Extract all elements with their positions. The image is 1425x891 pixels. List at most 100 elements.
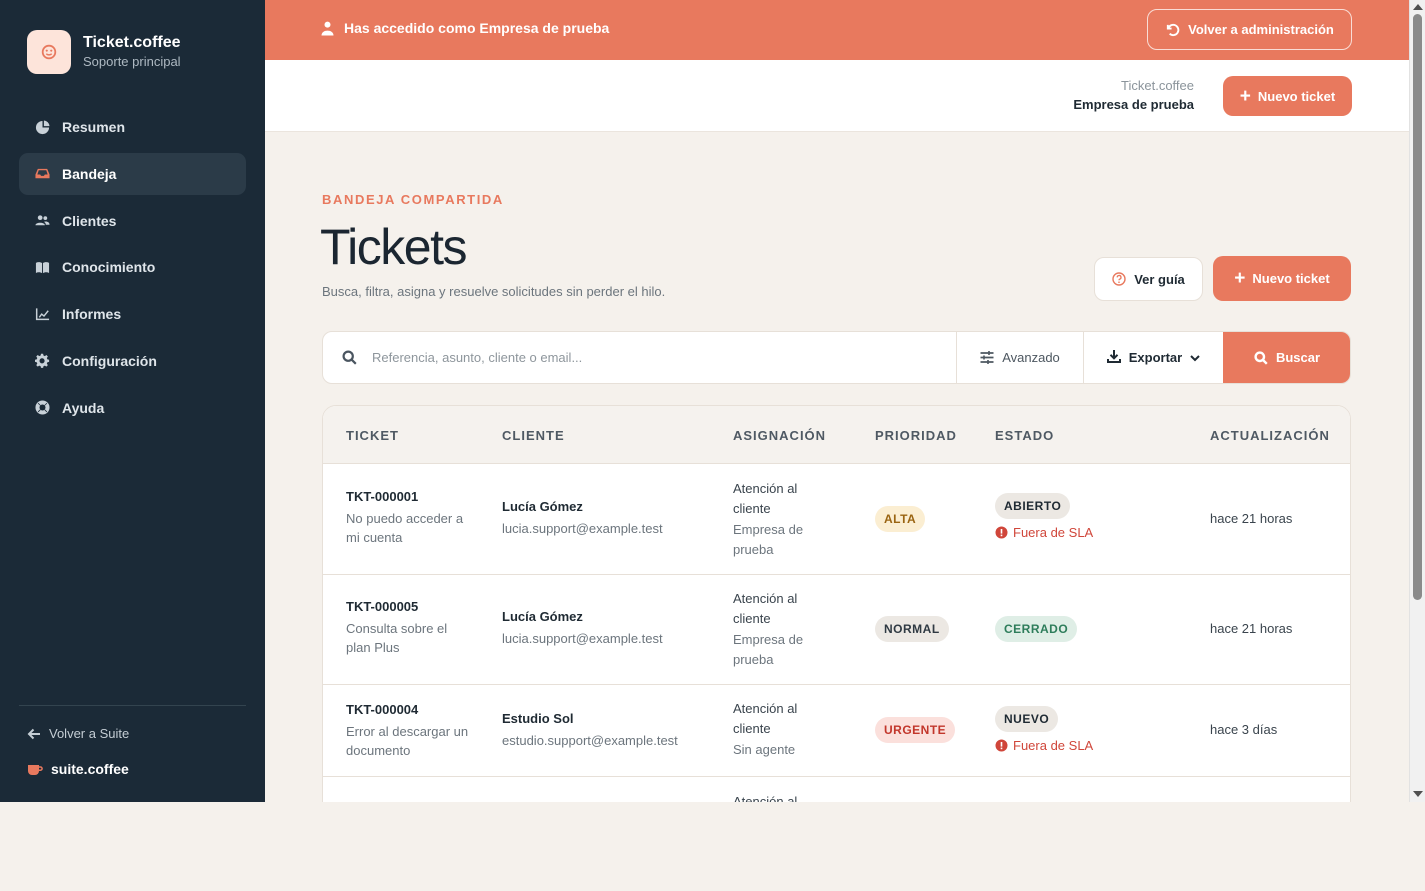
- ticket-id[interactable]: TKT-000005: [346, 598, 471, 616]
- search-submit-label: Buscar: [1275, 350, 1321, 365]
- empty-area-below-viewport: [0, 802, 1425, 891]
- client-name: Lucía Gómez: [502, 499, 583, 514]
- plus-icon: +: [1234, 268, 1246, 289]
- sla-warning: Fuera de SLA: [995, 738, 1093, 753]
- line-chart-icon: [34, 306, 50, 322]
- sidebar-item-label: Informes: [62, 306, 122, 323]
- smiley-logo-icon: [41, 44, 57, 60]
- users-icon: [34, 213, 50, 229]
- assigned-team: Atención al cliente: [733, 591, 798, 626]
- table-header: TICKET CLIENTE ASIGNACIÓN PRIORIDAD ESTA…: [323, 406, 1350, 464]
- suite-brand[interactable]: suite.coffee: [27, 761, 129, 777]
- sidebar-item-clientes[interactable]: Clientes: [19, 200, 246, 242]
- sla-warning-text: Fuera de SLA: [1013, 525, 1094, 540]
- assigned-agent: Empresa de prueba: [733, 632, 804, 667]
- app-viewport: Ticket.coffee Soporte principal Resumen …: [0, 0, 1425, 802]
- scroll-down-arrow-icon[interactable]: [1413, 791, 1423, 797]
- sidebar-item-conocimiento[interactable]: Conocimiento: [19, 246, 246, 288]
- ticket-subject: Error al descargar un documento: [346, 724, 469, 758]
- help-circle-icon: [1112, 272, 1126, 286]
- table-row[interactable]: TKT-000005 Consulta sobre el plan Plus L…: [323, 575, 1350, 685]
- column-header-ticket[interactable]: TICKET: [346, 428, 399, 443]
- advanced-filter-label: Avanzado: [1002, 350, 1060, 365]
- sidebar-item-label: Ayuda: [62, 399, 105, 416]
- coffee-cup-icon: [28, 765, 43, 775]
- ticket-id[interactable]: TKT-000001: [346, 488, 471, 506]
- sidebar-nav: Resumen Bandeja Clientes Conocimiento In…: [19, 106, 246, 434]
- arrow-left-icon: [27, 728, 40, 739]
- column-header-updated[interactable]: ACTUALIZACIÓN: [1210, 428, 1330, 443]
- back-to-admin-label: Volver a administración: [1188, 22, 1334, 37]
- new-ticket-button[interactable]: + Nuevo ticket: [1213, 256, 1351, 301]
- sidebar-item-bandeja[interactable]: Bandeja: [19, 152, 246, 195]
- sla-warning: Fuera de SLA: [995, 525, 1093, 540]
- priority-badge: URGENTE: [875, 717, 956, 743]
- top-header: Ticket.coffee Empresa de prueba + Nuevo …: [265, 60, 1409, 132]
- sidebar-item-label: Configuración: [62, 352, 157, 369]
- search-submit-button[interactable]: Buscar: [1223, 332, 1350, 383]
- status-badge: CERRADO: [995, 616, 1078, 642]
- table-row[interactable]: TKT-000001 No puedo acceder a mi cuenta …: [323, 465, 1350, 575]
- scrollbar-thumb[interactable]: [1413, 14, 1422, 600]
- column-header-client[interactable]: CLIENTE: [502, 428, 565, 443]
- back-to-suite-link[interactable]: Volver a Suite: [27, 726, 129, 741]
- suite-brand-label: suite.coffee: [51, 761, 129, 777]
- page-title: Tickets: [320, 219, 468, 275]
- client-email: estudio.support@example.test: [502, 733, 678, 748]
- status-badge: ABIERTO: [995, 493, 1071, 519]
- page-subtitle: Busca, filtra, asigna y resuelve solicit…: [322, 284, 666, 299]
- inbox-icon: [34, 166, 50, 182]
- back-to-admin-button[interactable]: Volver a administración: [1147, 9, 1352, 50]
- org-app-name: Ticket.coffee: [1121, 78, 1194, 93]
- sidebar-item-ayuda[interactable]: Ayuda: [19, 387, 246, 429]
- tickets-table: TICKET CLIENTE ASIGNACIÓN PRIORIDAD ESTA…: [322, 405, 1351, 802]
- sidebar: Ticket.coffee Soporte principal Resumen …: [0, 0, 265, 802]
- gear-icon: [34, 353, 50, 369]
- ticket-subject: No puedo acceder a mi cuenta: [346, 511, 464, 545]
- lifebuoy-icon: [34, 400, 50, 416]
- sidebar-item-label: Clientes: [62, 212, 117, 229]
- ticket-id[interactable]: TKT-000004: [346, 701, 471, 719]
- assigned-team: Atención al cliente: [733, 481, 798, 516]
- assigned-team: Atención al cliente: [733, 701, 798, 736]
- book-icon: [34, 259, 50, 275]
- scroll-up-arrow-icon[interactable]: [1413, 4, 1423, 10]
- view-guide-label: Ver guía: [1134, 271, 1185, 287]
- header-new-ticket-label: Nuevo ticket: [1257, 88, 1336, 104]
- advanced-filter-button[interactable]: Avanzado: [956, 332, 1083, 383]
- page-scrollbar[interactable]: [1409, 0, 1425, 802]
- assigned-agent: Empresa de prueba: [733, 522, 804, 557]
- header-new-ticket-button[interactable]: + Nuevo ticket: [1223, 76, 1352, 116]
- ticket-subject: Consulta sobre el plan Plus: [346, 621, 448, 655]
- client-name: Estudio Sol: [502, 711, 574, 726]
- column-header-assignment[interactable]: ASIGNACIÓN: [733, 428, 826, 443]
- brand-subtitle: Soporte principal: [83, 54, 181, 69]
- sliders-icon: [980, 351, 994, 364]
- sidebar-item-configuracion[interactable]: Configuración: [19, 340, 246, 382]
- brand[interactable]: Ticket.coffee Soporte principal: [27, 30, 181, 74]
- page-eyebrow: BANDEJA COMPARTIDA: [322, 192, 504, 207]
- banner-message-text: Has accedido como Empresa de prueba: [344, 20, 610, 36]
- client-name: Lucía Gómez: [502, 609, 583, 624]
- alert-circle-icon: [995, 526, 1008, 539]
- column-header-priority[interactable]: PRIORIDAD: [875, 428, 957, 443]
- banner-message: Has accedido como Empresa de prueba: [321, 20, 609, 36]
- new-ticket-label: Nuevo ticket: [1252, 271, 1330, 286]
- sla-warning-text: Fuera de SLA: [1013, 738, 1094, 753]
- sidebar-item-resumen[interactable]: Resumen: [19, 106, 246, 148]
- view-guide-button[interactable]: Ver guía: [1094, 257, 1203, 301]
- priority-badge: ALTA: [875, 506, 926, 532]
- back-to-suite-label: Volver a Suite: [49, 726, 130, 741]
- column-header-status[interactable]: ESTADO: [995, 428, 1054, 443]
- user-icon: [321, 21, 334, 35]
- client-email: lucia.support@example.test: [502, 631, 663, 646]
- download-icon: [1106, 349, 1129, 366]
- sidebar-item-label: Bandeja: [62, 165, 117, 182]
- sidebar-item-label: Resumen: [62, 119, 126, 135]
- table-row[interactable]: Atención al: [323, 777, 1350, 802]
- sidebar-item-informes[interactable]: Informes: [19, 293, 246, 335]
- export-dropdown[interactable]: Exportar: [1083, 332, 1223, 383]
- assigned-team: Atención al: [733, 794, 798, 802]
- search-input[interactable]: [372, 332, 952, 383]
- table-row[interactable]: TKT-000004 Error al descargar un documen…: [323, 685, 1350, 777]
